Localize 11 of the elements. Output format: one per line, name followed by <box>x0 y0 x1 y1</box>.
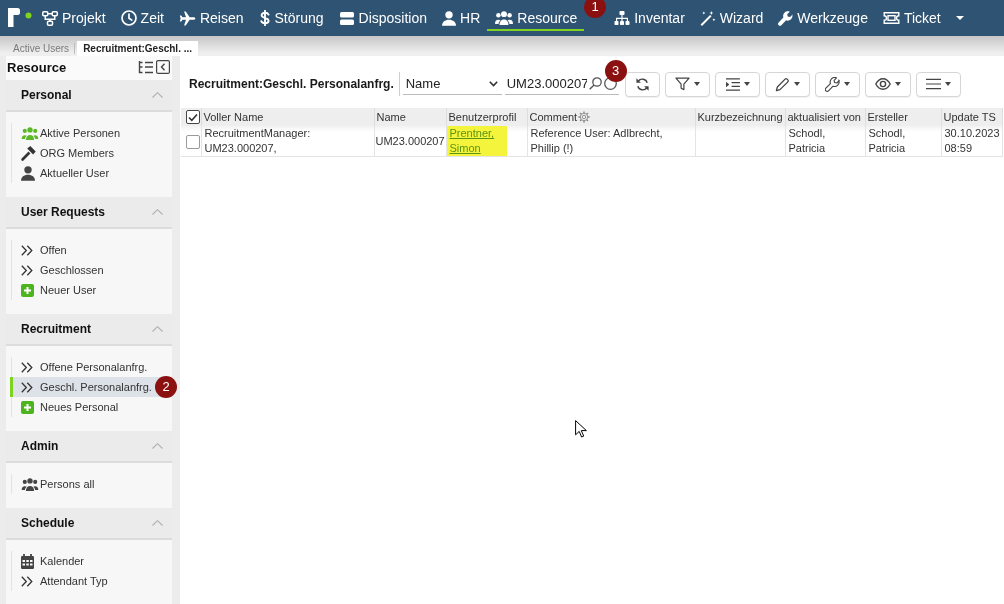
table-cell: Reference User: Adlbrecht, Phillip (!) <box>527 126 695 157</box>
table-cell: 30.10.2023 08:59 <box>941 126 1002 157</box>
sidebar-title: Resource <box>7 59 67 75</box>
callout-badge: 1 <box>584 0 607 18</box>
table-cell: UM23.000207 <box>374 126 446 157</box>
callout-badge: 2 <box>155 376 177 398</box>
table-cell: Schodl, Patricia <box>865 126 941 157</box>
page-title: Recruitment:Geschl. Personalanfrg. <box>189 77 394 91</box>
callout-badge: 3 <box>604 60 627 82</box>
table-cell: Schodl, Patricia <box>785 126 865 157</box>
table-cell: RecruitmentManager: UM23.000207, <box>201 126 374 157</box>
